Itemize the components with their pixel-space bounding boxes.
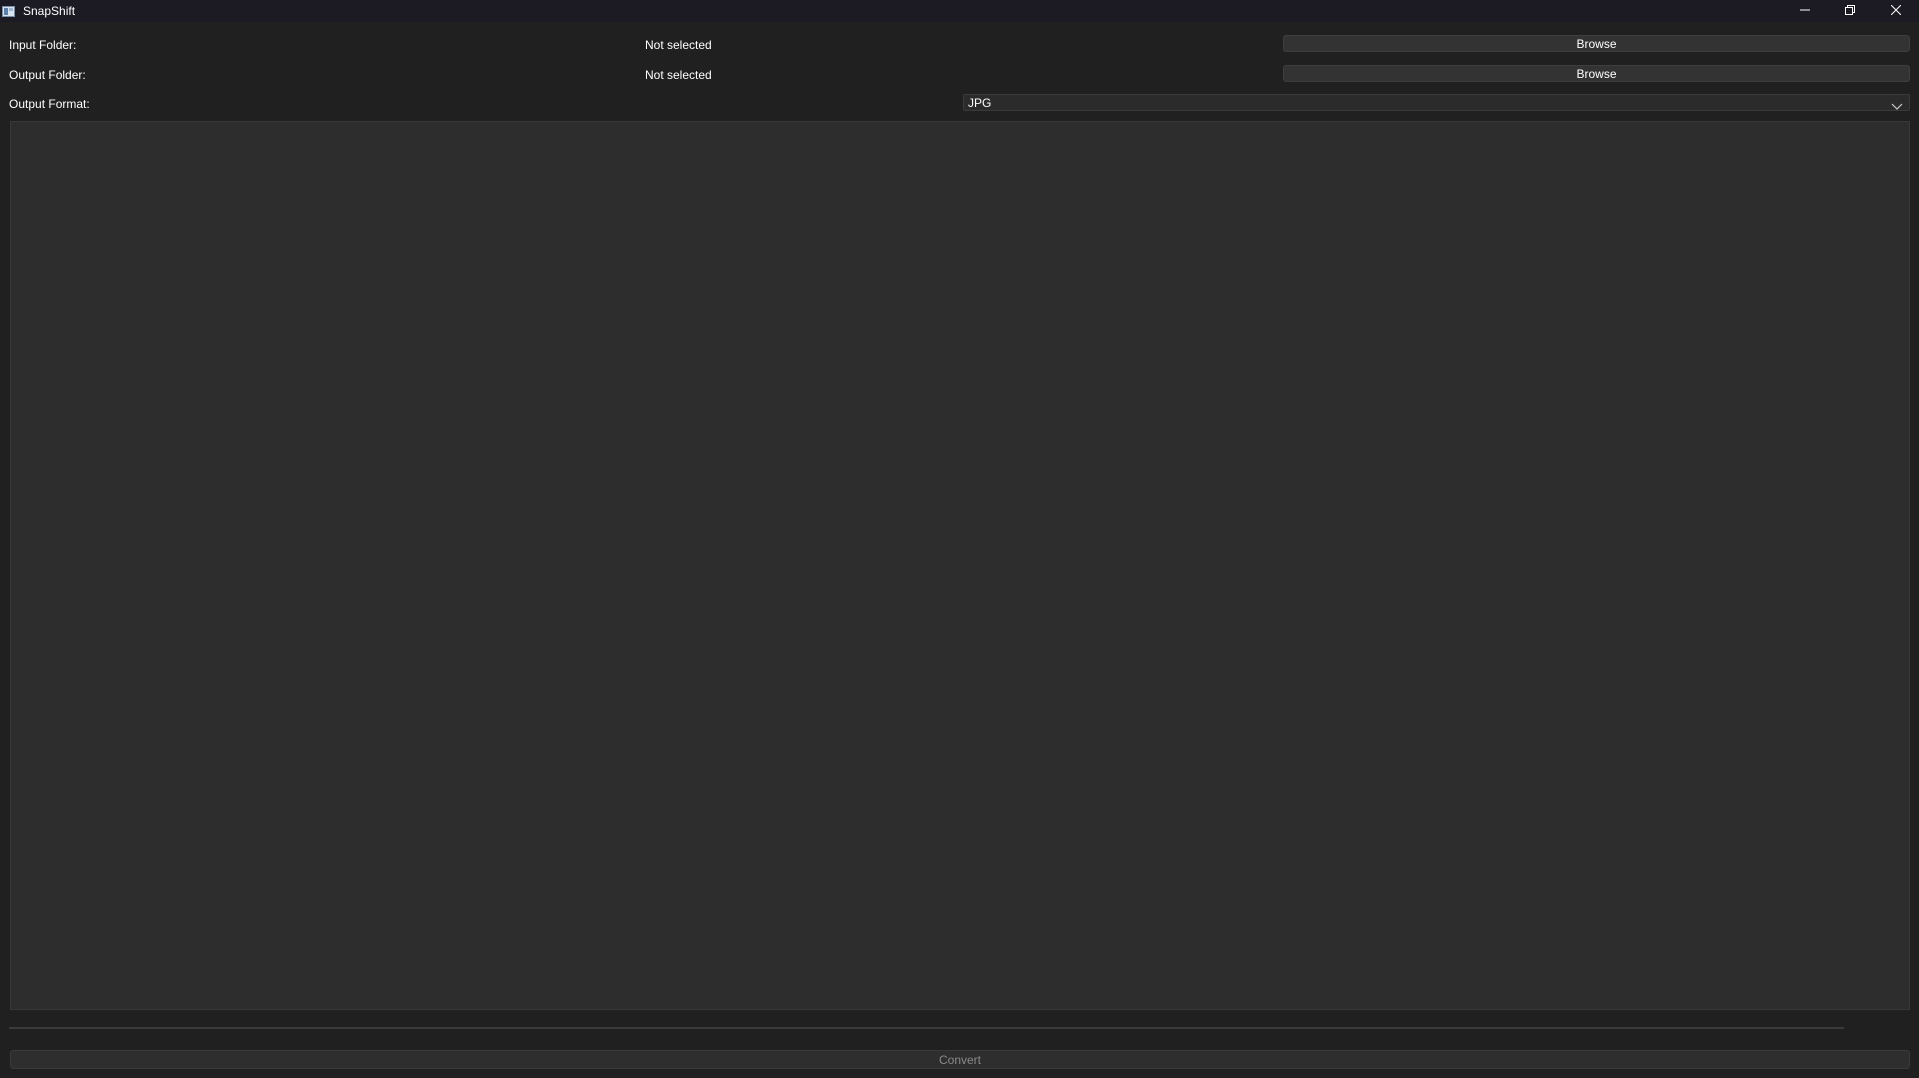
app-icon (2, 4, 15, 17)
minimize-icon (1799, 2, 1810, 20)
chevron-down-icon (1891, 98, 1903, 110)
convert-label: Convert (938, 1052, 982, 1067)
input-folder-label: Input Folder: (9, 38, 77, 52)
convert-button[interactable]: Convert (10, 1050, 1910, 1069)
output-format-select[interactable]: JPG (963, 94, 1910, 111)
input-browse-label: Browse (1576, 36, 1617, 51)
close-icon (1890, 2, 1901, 20)
output-browse-button[interactable]: Browse (1283, 65, 1910, 82)
input-folder-path: Not selected (645, 38, 712, 52)
output-folder-path: Not selected (645, 68, 712, 82)
close-button[interactable] (1873, 0, 1918, 22)
window-title: SnapShift (23, 4, 76, 18)
minimize-button[interactable] (1782, 0, 1827, 22)
output-browse-label: Browse (1576, 66, 1617, 81)
title-bar[interactable]: SnapShift (0, 0, 1919, 22)
output-format-label: Output Format: (9, 97, 90, 111)
app-window: SnapShift Input Folder: Not selected Bro… (0, 0, 1919, 1078)
output-folder-label: Output Folder: (9, 68, 86, 82)
log-text-area[interactable] (10, 121, 1910, 1010)
restore-icon (1844, 2, 1855, 20)
restore-button[interactable] (1827, 0, 1872, 22)
input-browse-button[interactable]: Browse (1283, 35, 1910, 52)
output-format-value: JPG (968, 96, 992, 110)
progress-bar (9, 1027, 1844, 1029)
